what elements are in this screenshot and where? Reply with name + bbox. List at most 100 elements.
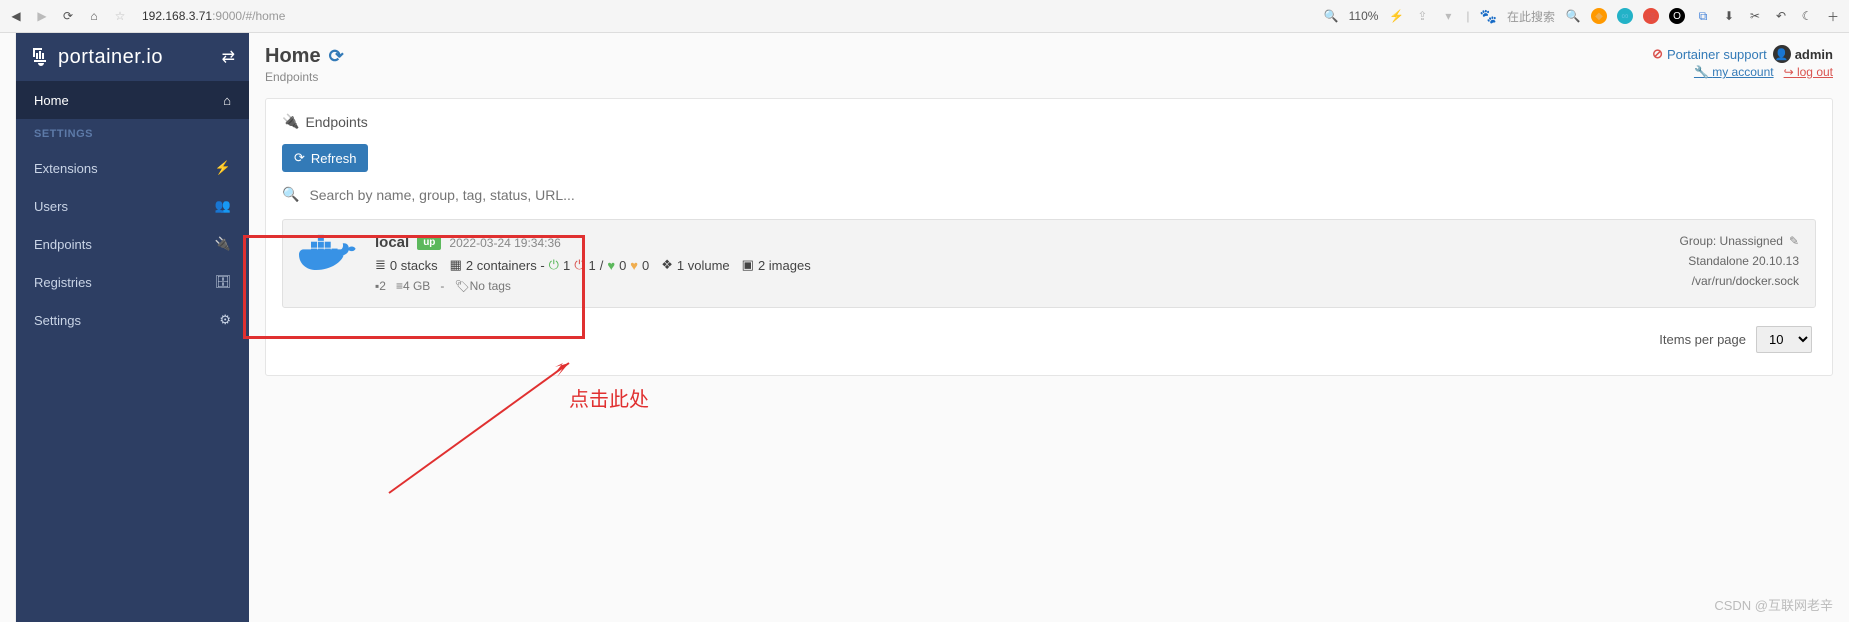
heart-icon: ♥ [630,258,638,273]
sidebar-item-home[interactable]: Home ⌂ [16,81,249,119]
main-content: Home ⟳ Endpoints ⊘Portainer support 👤adm… [249,33,1849,622]
translate-icon[interactable]: 译 [1643,8,1659,24]
sidebar-item-registries[interactable]: Registries 🗄 [16,263,249,301]
stacks-stat: ≣0 stacks [375,257,438,273]
grid-icon: ▦ [450,257,462,273]
database-icon: 🗄 [214,274,231,290]
user-badge[interactable]: 👤admin [1773,45,1833,63]
sidebar-item-label: Settings [34,313,81,328]
reload-icon[interactable]: ⟳ [60,8,76,24]
search-bar[interactable]: 🔍 [282,186,1816,203]
toolbar-right: 🔍 110% ⚡ ⇪ ▾ | 🐾 在此搜索 🔍 ◆ ∞ 译 O ⧉ ⬇ ✂ ↶ … [1324,8,1841,25]
cut-icon[interactable]: ✂ [1747,8,1763,24]
plug-icon: 🔌 [215,236,231,252]
forward-icon[interactable]: ▶ [34,8,50,24]
endpoint-mode: Standalone 20.10.13 [1688,254,1799,268]
url-path: :9000/#/home [212,9,285,23]
undo-icon[interactable]: ↶ [1773,8,1789,24]
zoom-level: 110% [1349,9,1379,23]
cogs-icon: ⚙ [219,312,231,328]
tags-stat: 🏷No tags [454,279,511,293]
flash-icon[interactable]: ⚡ [1388,8,1404,24]
cpu-stat: ▪2 [375,279,386,293]
my-account-link[interactable]: 🔧 my account [1694,65,1774,79]
sidebar-item-label: Users [34,199,68,214]
left-gutter [0,33,16,622]
plug-icon: 🔌 [282,113,299,130]
logout-link[interactable]: ↪ log out [1784,65,1833,79]
search-icon[interactable]: 🔍 [1565,8,1581,24]
download-icon[interactable]: ⬇ [1721,8,1737,24]
endpoint-socket: /var/run/docker.sock [1692,274,1799,288]
sidebar-item-settings[interactable]: Settings ⚙ [16,301,249,339]
watermark: CSDN @互联网老辛 [1714,595,1833,614]
browser-search[interactable]: 在此搜索 [1507,8,1555,25]
docker-logo-icon [299,234,359,282]
add-icon[interactable]: ＋ [1825,8,1841,24]
brand-logo[interactable]: portainer.io ⇄ [16,33,249,81]
screenshot-icon[interactable]: ⧉ [1695,8,1711,24]
containers-stat: ▦ 2 containers - ⏻1 ⏻1 / ♥0 ♥0 [450,257,650,273]
pager-label: Items per page [1659,332,1746,347]
support-link[interactable]: ⊘Portainer support [1652,46,1767,62]
ext-icon-2[interactable]: ∞ [1617,8,1633,24]
support-x-icon: ⊘ [1652,46,1663,62]
power-off-icon: ⏻ [574,257,584,273]
refresh-button[interactable]: ⟳ Refresh [282,144,368,172]
panel-title: 🔌 Endpoints [282,113,1816,130]
sidebar-section-settings: SETTINGS [16,119,249,149]
home-icon[interactable]: ⌂ [86,8,102,24]
endpoint-timestamp: 2022-03-24 19:34:36 [449,236,560,250]
status-badge: up [417,235,441,250]
edit-icon[interactable]: ✎ [1789,234,1799,248]
list-icon: ≣ [375,257,386,273]
user-icon: 👤 [1773,45,1791,63]
paw-icon[interactable]: 🐾 [1480,8,1497,25]
users-icon: 👥 [215,198,231,214]
annotation-arrow [369,343,589,503]
annotation-text: 点击此处 [569,383,649,412]
heart-icon: ♥ [607,258,615,273]
volumes-stat: ❖1 volume [661,257,729,273]
images-stat: ▣2 images [742,257,811,273]
sidebar-item-users[interactable]: Users 👥 [16,187,249,225]
page-title: Home ⟳ [265,45,344,68]
back-icon[interactable]: ◀ [8,8,24,24]
sidebar-item-endpoints[interactable]: Endpoints 🔌 [16,225,249,263]
endpoint-name: local [375,234,409,251]
ext-icon-1[interactable]: ◆ [1591,8,1607,24]
endpoint-row-local[interactable]: local up 2022-03-24 19:34:36 ≣0 stacks ▦… [282,219,1816,308]
sidebar: portainer.io ⇄ Home ⌂ SETTINGS Extension… [16,33,249,622]
power-on-icon: ⏻ [549,257,559,273]
layers-icon: ▣ [742,257,754,273]
url-host: 192.168.3.71 [142,9,212,23]
sidebar-item-label: Home [34,93,69,108]
browser-toolbar: ◀ ▶ ⟳ ⌂ ☆ 192.168.3.71:9000/#/home 🔍 110… [0,0,1849,33]
portainer-logo-icon [30,45,54,69]
sidebar-item-label: Extensions [34,161,98,176]
ext-icon-4[interactable]: O [1669,8,1685,24]
tag-icon: 🏷 [454,279,469,293]
dropdown-icon[interactable]: ▾ [1440,8,1456,24]
moon-icon[interactable]: ☾ [1799,8,1815,24]
url-bar[interactable]: 192.168.3.71:9000/#/home [142,9,285,23]
sidebar-toggle-icon[interactable]: ⇄ [222,47,235,67]
sidebar-item-label: Registries [34,275,92,290]
search-input[interactable] [309,187,1816,203]
bolt-icon: ⚡ [215,160,231,176]
search-icon: 🔍 [282,186,299,203]
pager-select[interactable]: 10 [1756,326,1812,353]
share-icon[interactable]: ⇪ [1414,8,1430,24]
endpoint-group: Group: Unassigned [1680,234,1783,248]
zoom-icon[interactable]: 🔍 [1324,9,1339,23]
refresh-icon: ⟳ [294,150,305,166]
brand-text: portainer.io [58,46,163,69]
endpoints-panel: 🔌 Endpoints ⟳ Refresh 🔍 [265,98,1833,376]
star-icon[interactable]: ☆ [112,8,128,24]
sidebar-item-extensions[interactable]: Extensions ⚡ [16,149,249,187]
cubes-icon: ❖ [661,257,673,273]
memory-icon: ≡ [396,279,403,293]
breadcrumb: Endpoints [265,70,344,84]
ram-stat: ≡4 GB [396,279,430,293]
title-refresh-icon[interactable]: ⟳ [329,46,344,67]
